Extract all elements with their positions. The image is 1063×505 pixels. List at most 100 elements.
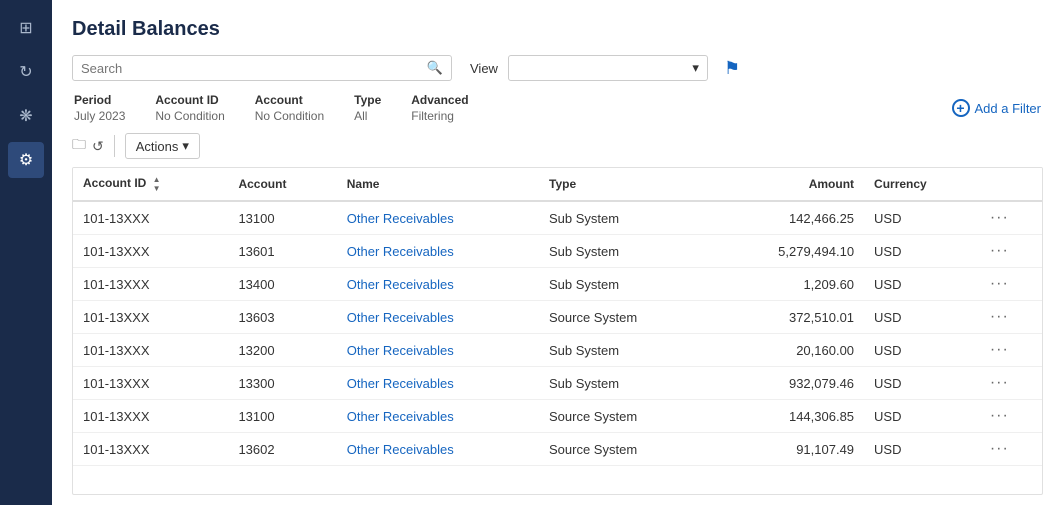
search-icon: 🔍 xyxy=(427,60,443,76)
search-box[interactable]: 🔍 xyxy=(72,55,452,81)
sidebar: ⊞ ↻ ❋ ⚙ xyxy=(0,0,52,505)
cell-currency: USD xyxy=(864,268,980,301)
filter-account-id[interactable]: Account ID No Condition xyxy=(155,93,224,123)
cell-account: 13601 xyxy=(228,235,336,268)
view-label: View xyxy=(470,61,498,76)
cell-dots-menu[interactable]: ··· xyxy=(980,400,1042,433)
col-currency: Currency xyxy=(864,168,980,201)
col-name: Name xyxy=(337,168,539,201)
toolbar: 🗀 ↺ Actions ▾ xyxy=(72,133,1043,159)
actions-label: Actions xyxy=(136,139,179,154)
network-icon[interactable]: ❋ xyxy=(8,98,44,134)
cell-account: 13200 xyxy=(228,334,336,367)
cell-account-id: 101-13XXX xyxy=(73,268,228,301)
filter-advanced[interactable]: Advanced Filtering xyxy=(411,93,468,123)
dashboard-icon[interactable]: ↻ xyxy=(8,54,44,90)
page-title: Detail Balances xyxy=(72,18,1043,41)
data-table-wrapper: Account ID ▲▼ Account Name Type Amount C… xyxy=(72,167,1043,495)
dots-menu-icon[interactable]: ··· xyxy=(990,209,1009,226)
actions-chevron-icon: ▾ xyxy=(182,138,189,154)
refresh-icon[interactable]: ↺ xyxy=(92,138,104,155)
cell-type: Sub System xyxy=(539,235,711,268)
dots-menu-icon[interactable]: ··· xyxy=(990,407,1009,424)
add-filter-button[interactable]: + Add a Filter xyxy=(952,99,1041,117)
cell-amount: 20,160.00 xyxy=(711,334,864,367)
home-icon[interactable]: ⊞ xyxy=(8,10,44,46)
table-row: 101-13XXX 13601 Other Receivables Sub Sy… xyxy=(73,235,1042,268)
table-row: 101-13XXX 13100 Other Receivables Source… xyxy=(73,400,1042,433)
col-amount: Amount xyxy=(711,168,864,201)
filter-row: Period July 2023 Account ID No Condition… xyxy=(72,93,1043,123)
cell-type: Source System xyxy=(539,301,711,334)
data-table: Account ID ▲▼ Account Name Type Amount C… xyxy=(73,168,1042,466)
cell-account-id: 101-13XXX xyxy=(73,400,228,433)
cell-account-id: 101-13XXX xyxy=(73,433,228,466)
filter-account[interactable]: Account No Condition xyxy=(255,93,324,123)
cell-account: 13100 xyxy=(228,201,336,235)
cell-type: Sub System xyxy=(539,334,711,367)
cell-dots-menu[interactable]: ··· xyxy=(980,301,1042,334)
cell-name[interactable]: Other Receivables xyxy=(337,268,539,301)
cell-name[interactable]: Other Receivables xyxy=(337,433,539,466)
main-content: Detail Balances 🔍 View ▾ ⚑ Period July 2… xyxy=(52,0,1063,505)
table-row: 101-13XXX 13602 Other Receivables Source… xyxy=(73,433,1042,466)
toolbar-divider xyxy=(114,135,115,157)
filter-icon[interactable]: ⚑ xyxy=(724,58,740,79)
filter-period-value: July 2023 xyxy=(74,109,125,123)
actions-button[interactable]: Actions ▾ xyxy=(125,133,200,159)
col-actions xyxy=(980,168,1042,201)
cell-name[interactable]: Other Receivables xyxy=(337,301,539,334)
cell-amount: 142,466.25 xyxy=(711,201,864,235)
cell-type: Source System xyxy=(539,400,711,433)
cell-dots-menu[interactable]: ··· xyxy=(980,367,1042,400)
dots-menu-icon[interactable]: ··· xyxy=(990,440,1009,457)
cell-dots-menu[interactable]: ··· xyxy=(980,235,1042,268)
sort-arrows-account-id: ▲▼ xyxy=(153,175,161,193)
folder-icon[interactable]: 🗀 xyxy=(72,134,86,158)
filter-account-label: Account xyxy=(255,93,324,107)
dots-menu-icon[interactable]: ··· xyxy=(990,275,1009,292)
cell-name[interactable]: Other Receivables xyxy=(337,334,539,367)
cell-currency: USD xyxy=(864,235,980,268)
filter-period[interactable]: Period July 2023 xyxy=(74,93,125,123)
search-view-row: 🔍 View ▾ ⚑ xyxy=(72,55,1043,81)
cell-amount: 91,107.49 xyxy=(711,433,864,466)
cell-currency: USD xyxy=(864,367,980,400)
filter-account-id-value: No Condition xyxy=(155,109,224,123)
view-select[interactable]: ▾ xyxy=(508,55,708,81)
col-type: Type xyxy=(539,168,711,201)
cell-dots-menu[interactable]: ··· xyxy=(980,268,1042,301)
cell-name[interactable]: Other Receivables xyxy=(337,235,539,268)
cell-name[interactable]: Other Receivables xyxy=(337,400,539,433)
dots-menu-icon[interactable]: ··· xyxy=(990,308,1009,325)
cell-account: 13400 xyxy=(228,268,336,301)
cell-account: 13602 xyxy=(228,433,336,466)
cell-amount: 144,306.85 xyxy=(711,400,864,433)
cell-currency: USD xyxy=(864,301,980,334)
filter-type-label: Type xyxy=(354,93,381,107)
filter-type-value: All xyxy=(354,109,381,123)
cell-name[interactable]: Other Receivables xyxy=(337,367,539,400)
cell-account: 13300 xyxy=(228,367,336,400)
cell-type: Sub System xyxy=(539,367,711,400)
cell-dots-menu[interactable]: ··· xyxy=(980,433,1042,466)
cell-amount: 5,279,494.10 xyxy=(711,235,864,268)
col-account-id[interactable]: Account ID ▲▼ xyxy=(73,168,228,201)
dots-menu-icon[interactable]: ··· xyxy=(990,374,1009,391)
filter-type[interactable]: Type All xyxy=(354,93,381,123)
cell-dots-menu[interactable]: ··· xyxy=(980,334,1042,367)
dots-menu-icon[interactable]: ··· xyxy=(990,242,1009,259)
search-input[interactable] xyxy=(81,61,427,76)
cell-currency: USD xyxy=(864,400,980,433)
cell-name[interactable]: Other Receivables xyxy=(337,201,539,235)
cell-dots-menu[interactable]: ··· xyxy=(980,201,1042,235)
dots-menu-icon[interactable]: ··· xyxy=(990,341,1009,358)
table-row: 101-13XXX 13100 Other Receivables Sub Sy… xyxy=(73,201,1042,235)
cell-amount: 372,510.01 xyxy=(711,301,864,334)
settings-icon[interactable]: ⚙ xyxy=(8,142,44,178)
cell-type: Sub System xyxy=(539,268,711,301)
table-row: 101-13XXX 13603 Other Receivables Source… xyxy=(73,301,1042,334)
filter-advanced-label: Advanced xyxy=(411,93,468,107)
plus-circle-icon: + xyxy=(952,99,970,117)
cell-type: Sub System xyxy=(539,201,711,235)
